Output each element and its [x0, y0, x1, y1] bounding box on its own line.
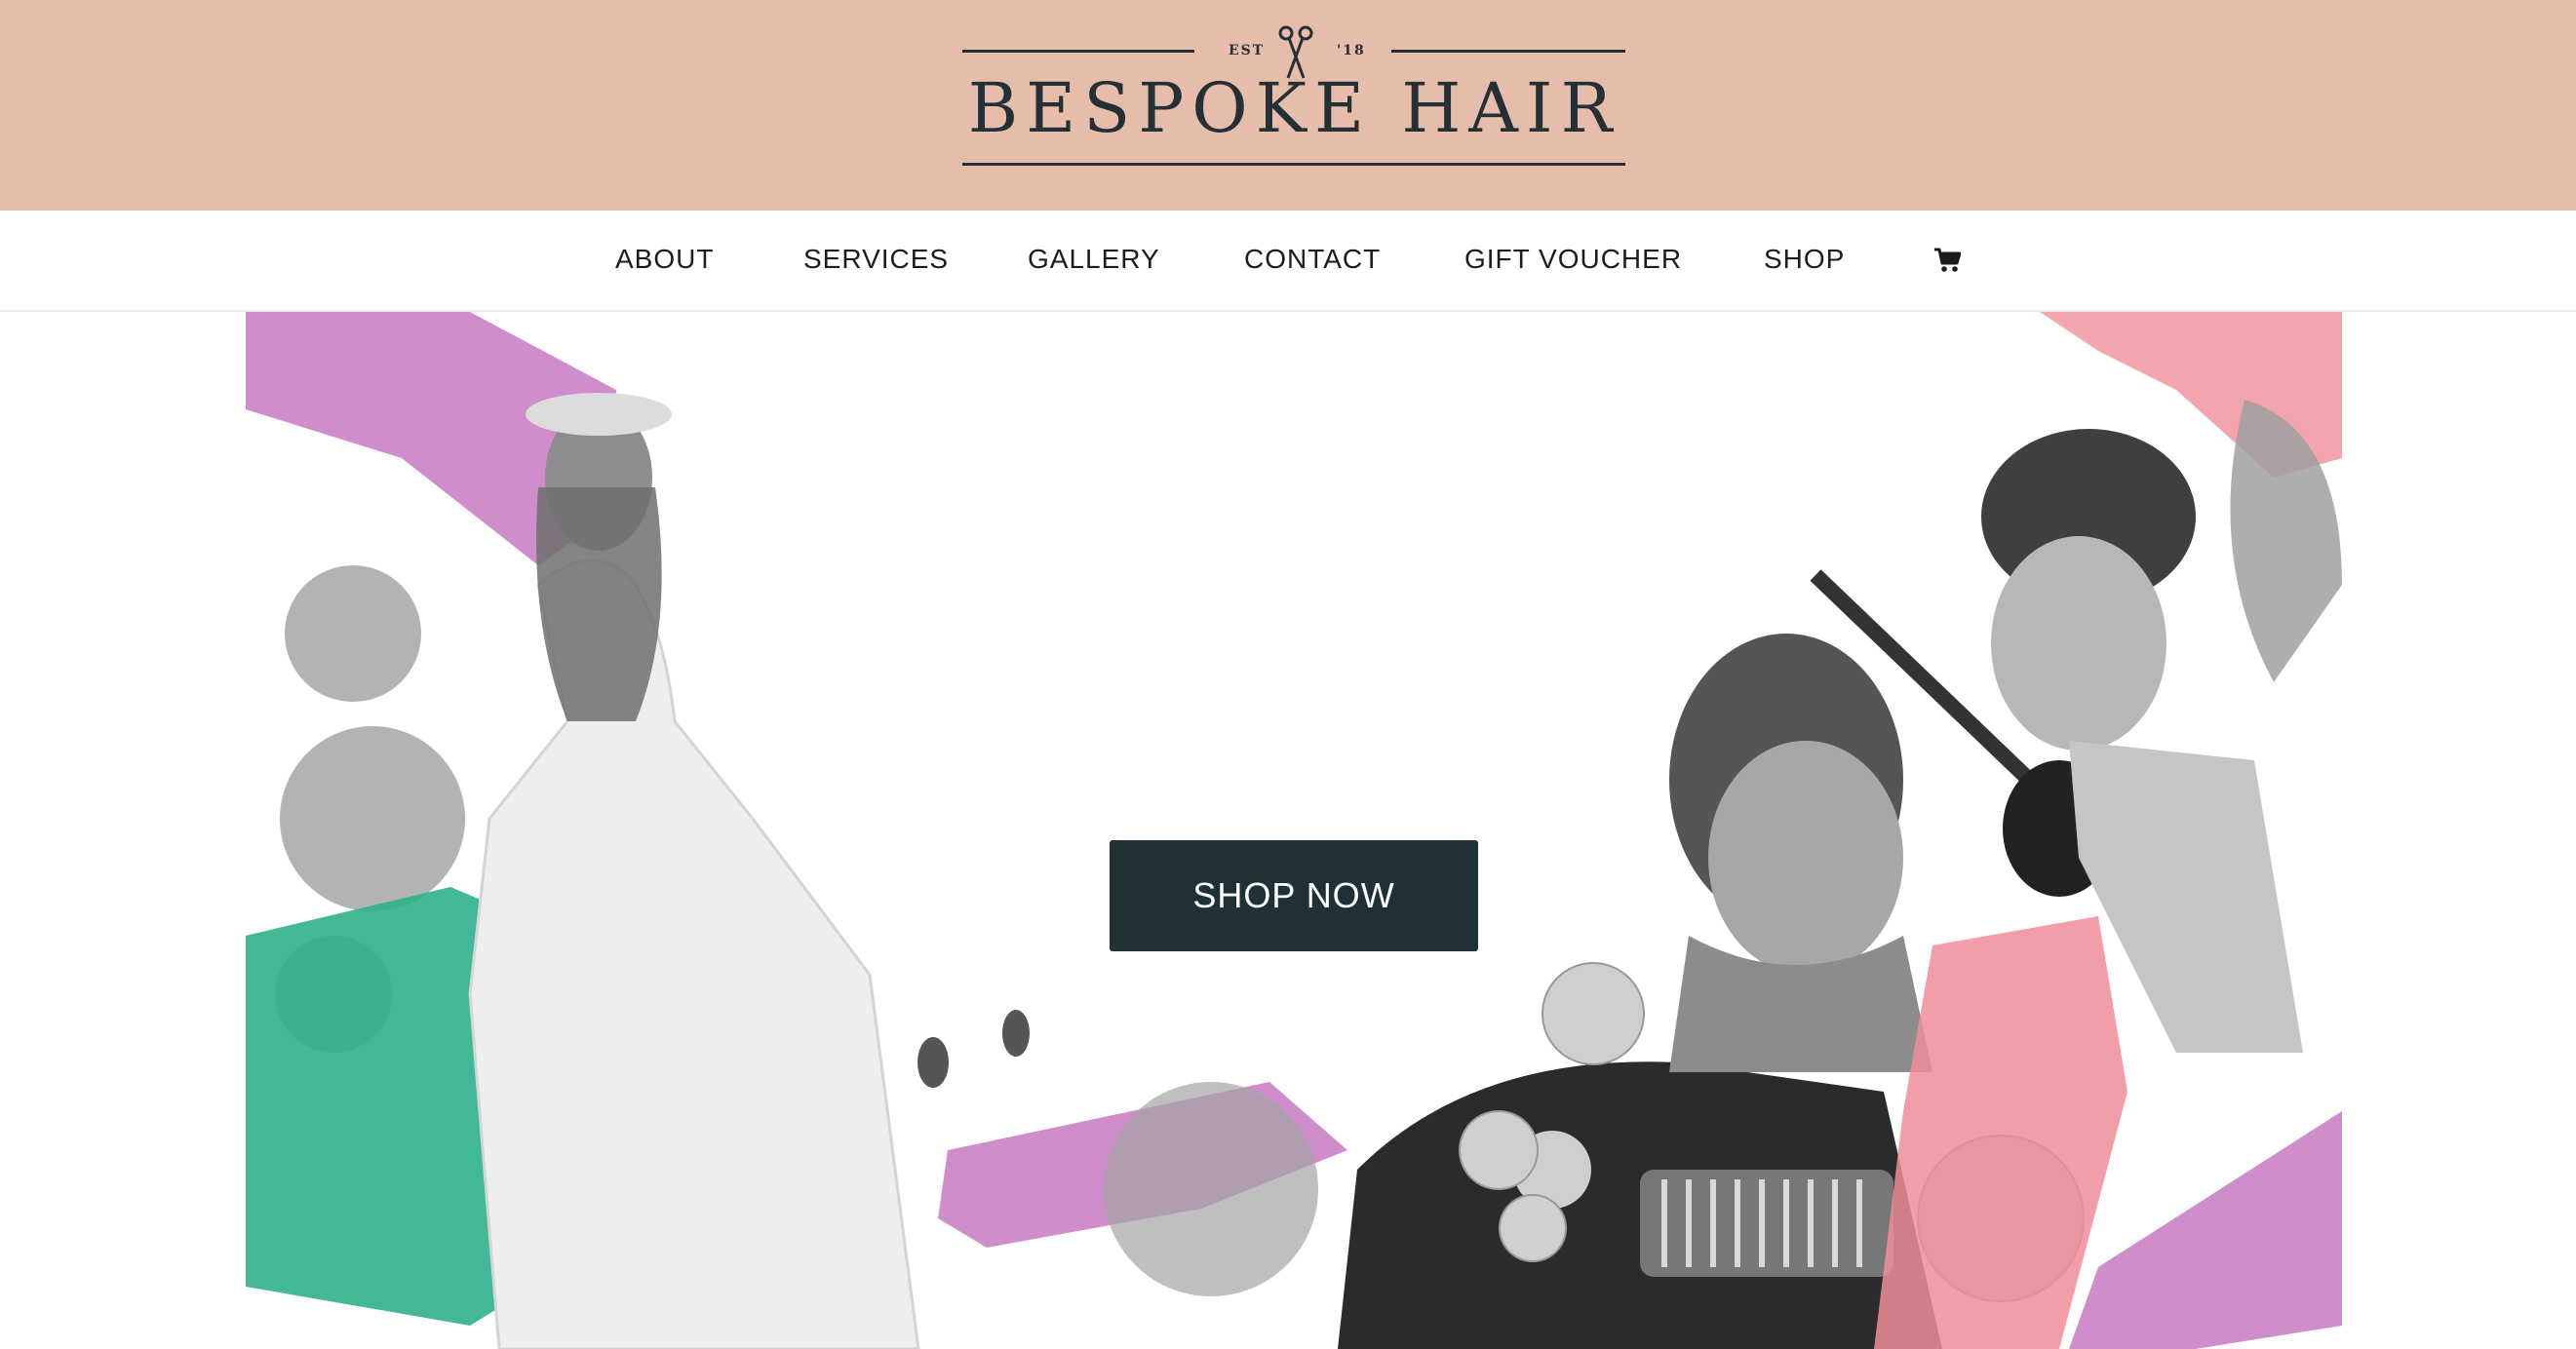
shop-now-button[interactable]: SHOP NOW [1110, 840, 1478, 951]
hero-collage-image [246, 312, 2342, 1349]
nav-about[interactable]: ABOUT [615, 244, 714, 275]
cart-icon[interactable] [1933, 248, 1961, 273]
logo-rule [1391, 50, 1625, 53]
hero-banner: SHOP NOW [246, 312, 2342, 1349]
brand-logo[interactable]: EST '18 BESPOKE HAIR [962, 23, 1625, 170]
logo-est-text: EST [1229, 43, 1266, 58]
brand-name: BESPOKE HAIR [967, 68, 1620, 148]
nav-services[interactable]: SERVICES [803, 244, 949, 275]
nav-shop[interactable]: SHOP [1764, 244, 1845, 275]
nav-gift-voucher[interactable]: GIFT VOUCHER [1464, 244, 1682, 275]
butterfly-graphic [917, 1010, 1030, 1088]
nav-contact[interactable]: CONTACT [1244, 244, 1381, 275]
sunflower-graphic [1104, 1082, 1318, 1296]
main-nav: ABOUT SERVICES GALLERY CONTACT GIFT VOUC… [0, 211, 2576, 312]
woman-with-bun-photo [1669, 634, 1932, 1072]
site-header: EST '18 BESPOKE HAIR [0, 0, 2576, 211]
logo-rule [962, 50, 1194, 53]
logo-rule [962, 163, 1625, 166]
woman-in-white-dress-photo [468, 393, 920, 1349]
logo-year-text: '18 [1337, 43, 1366, 58]
nav-gallery[interactable]: GALLERY [1028, 244, 1160, 275]
classic-car-photo [1338, 1061, 1942, 1349]
